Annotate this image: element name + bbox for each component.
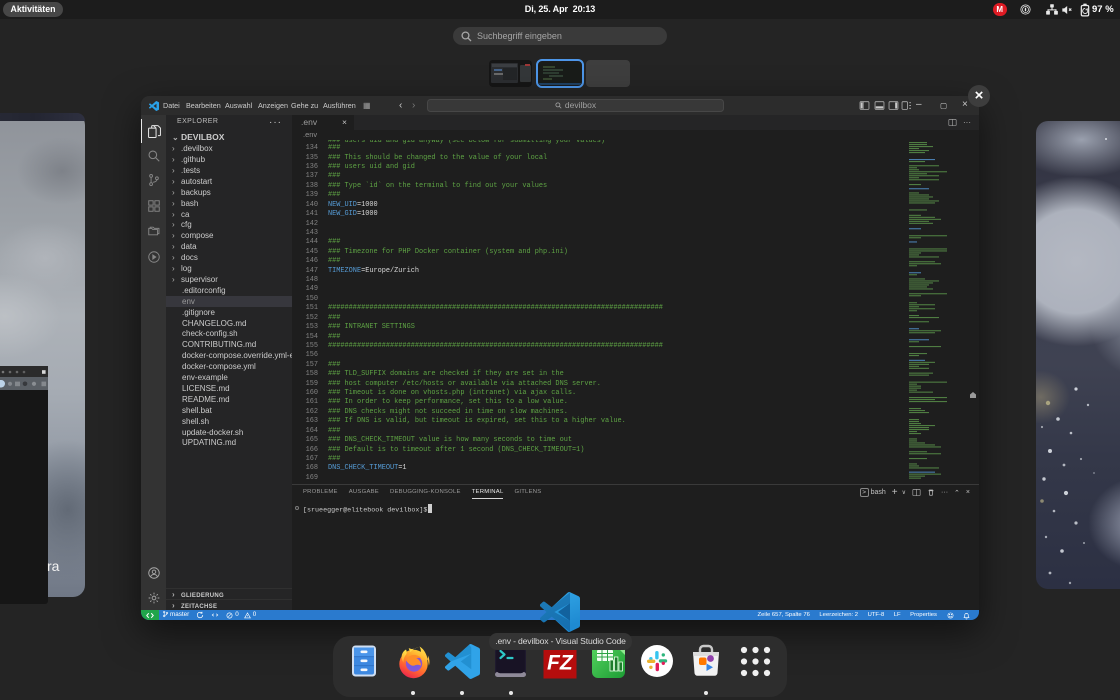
- svg-text:FZ: FZ: [547, 652, 574, 675]
